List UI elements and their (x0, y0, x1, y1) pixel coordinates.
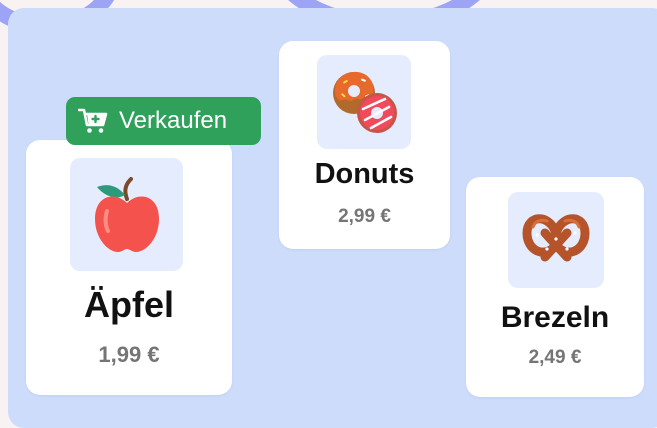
product-image (508, 192, 604, 288)
product-name: Äpfel (84, 284, 174, 325)
sell-button-label: Verkaufen (119, 107, 228, 134)
apple-icon (94, 176, 159, 252)
cart-plus-icon (78, 107, 108, 135)
product-card-donuts[interactable]: Donuts 2,99 € (279, 41, 450, 249)
sell-button[interactable]: Verkaufen (66, 97, 261, 145)
product-image (317, 55, 411, 149)
product-price: 2,99 € (338, 206, 391, 227)
product-image (70, 158, 183, 271)
product-price: 1,99 € (98, 342, 160, 367)
product-card-pretzels[interactable]: Brezeln 2,49 € (466, 177, 644, 397)
pretzel-icon (522, 214, 590, 262)
product-card-apples[interactable]: Äpfel 1,99 € (26, 140, 232, 395)
product-price: 2,49 € (528, 347, 582, 368)
product-name: Brezeln (500, 301, 610, 334)
donuts-icon (333, 71, 397, 133)
product-name: Donuts (314, 158, 415, 190)
